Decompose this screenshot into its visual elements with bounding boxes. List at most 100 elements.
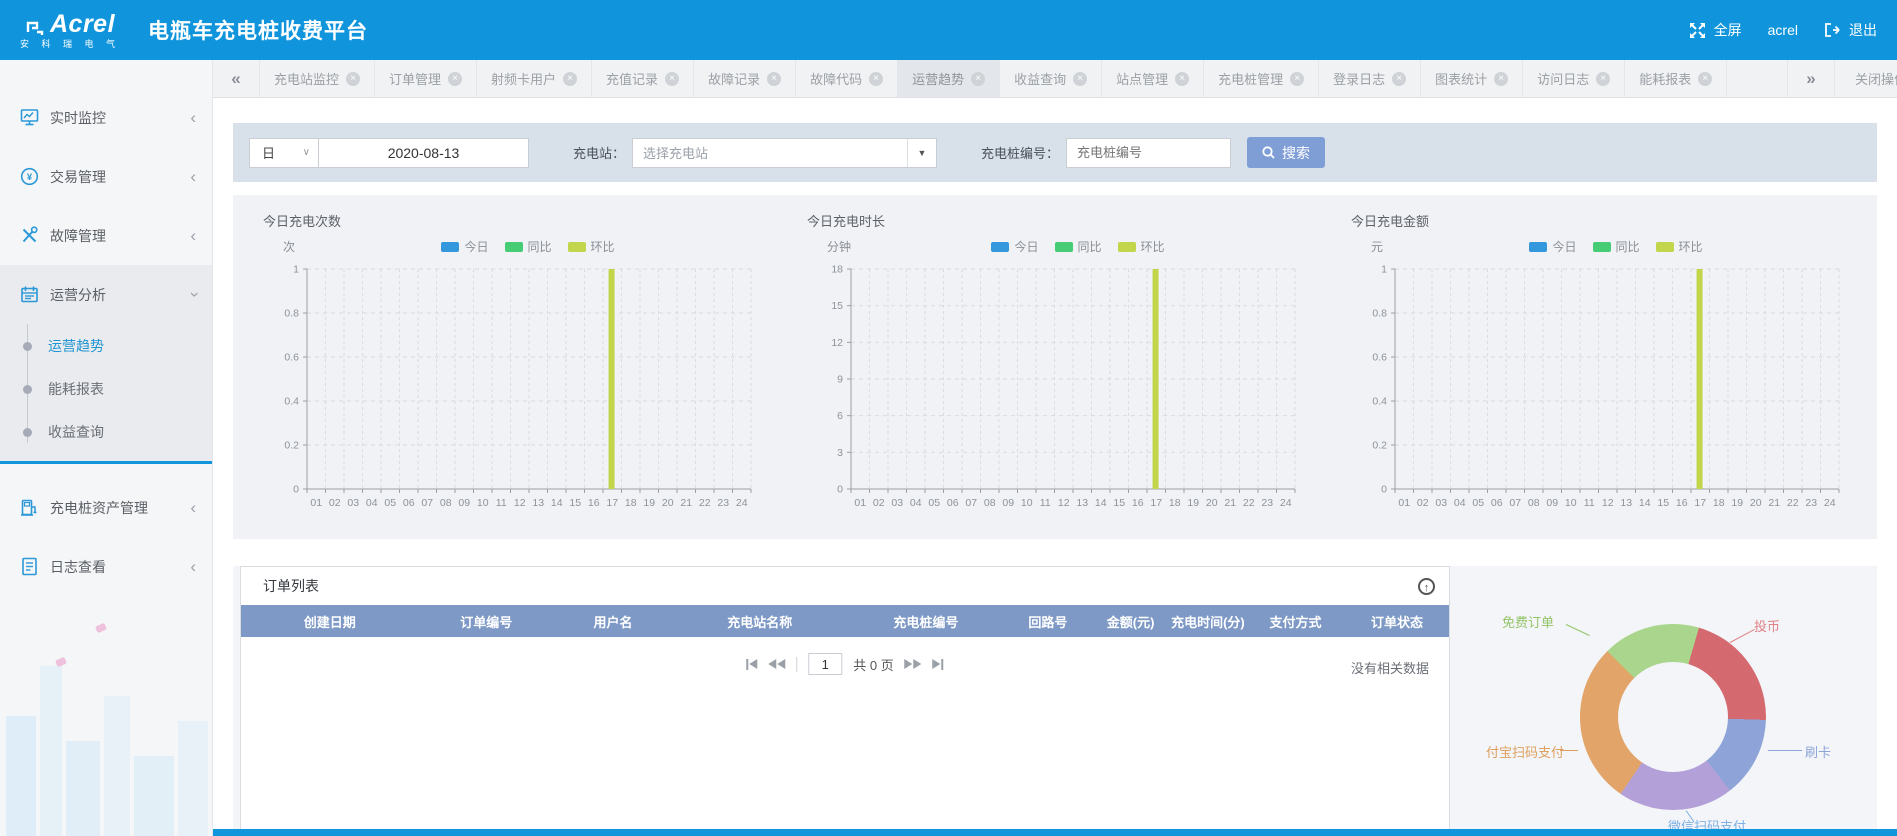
scroll-tabs-left-icon[interactable]: « (213, 60, 260, 97)
close-tab-icon[interactable]: × (1073, 72, 1087, 86)
close-tab-icon[interactable]: × (1596, 72, 1610, 86)
legend-item[interactable]: 今日 (441, 238, 488, 255)
svg-text:12: 12 (1602, 497, 1614, 509)
svg-text:0.2: 0.2 (1372, 440, 1387, 452)
legend-item[interactable]: 今日 (1529, 238, 1576, 255)
sidebar-item[interactable]: 实时监控‹ (0, 88, 212, 147)
svg-text:12: 12 (831, 337, 843, 349)
orders-column-header: 充电时间(分) (1170, 605, 1246, 637)
svg-text:17: 17 (1694, 497, 1706, 509)
svg-text:17: 17 (606, 497, 618, 509)
app-root: Acrel 安 科 瑞 电 气 电瓶车充电桩收费平台 全屏 acrel 退出 实… (0, 0, 1897, 836)
date-input[interactable] (319, 138, 529, 168)
sidebar-subitem-label: 能耗报表 (48, 379, 104, 399)
sidebar-subitem[interactable]: 运营趋势 (0, 324, 212, 367)
close-tab-icon[interactable]: × (563, 72, 577, 86)
page-number-input[interactable] (808, 653, 842, 675)
fullscreen-button[interactable]: 全屏 (1714, 20, 1742, 40)
tab-item[interactable]: 充电桩管理 × (1204, 60, 1319, 97)
prev-page-icon[interactable] (768, 659, 785, 669)
scroll-tabs-right-icon[interactable]: » (1787, 60, 1834, 97)
legend-item[interactable]: 环比 (1118, 238, 1165, 255)
close-tab-icon[interactable]: × (767, 72, 781, 86)
search-button[interactable]: 搜索 (1247, 137, 1325, 168)
svg-text:13: 13 (1620, 497, 1632, 509)
svg-text:1: 1 (1381, 264, 1387, 276)
tab-label: 故障记录 (708, 69, 760, 88)
svg-text:21: 21 (1768, 497, 1780, 509)
legend-label: 今日 (1552, 238, 1576, 255)
sidebar-item[interactable]: 运营分析‹ (0, 265, 212, 324)
pagination-row: 共 0 页 没有相关数据 (241, 643, 1449, 691)
svg-text:03: 03 (1435, 497, 1447, 509)
close-tab-icon[interactable]: × (971, 72, 985, 86)
svg-text:01: 01 (310, 497, 322, 509)
pile-number-input[interactable] (1066, 138, 1231, 168)
logout-icon[interactable] (1824, 23, 1840, 37)
sidebar-item[interactable]: ¥交易管理‹ (0, 147, 212, 206)
close-tab-icon[interactable]: × (665, 72, 679, 86)
legend-item[interactable]: 环比 (568, 238, 615, 255)
svg-text:23: 23 (717, 497, 729, 509)
legend-item[interactable]: 同比 (1055, 238, 1102, 255)
logout-button[interactable]: 退出 (1849, 20, 1877, 40)
sidebar-item[interactable]: 充电桩资产管理‹ (0, 478, 212, 537)
tab-item[interactable]: 订单管理× (375, 60, 477, 97)
orders-column-header: 订单编号 (419, 605, 554, 637)
close-tab-icon[interactable]: × (448, 72, 462, 86)
station-select[interactable]: 选择充电站 ▼ (632, 138, 937, 168)
sidebar-item[interactable]: 日志查看‹ (0, 537, 212, 596)
sidebar-item-label: 故障管理 (50, 226, 106, 246)
legend-item[interactable]: 今日 (991, 238, 1038, 255)
next-page-icon[interactable] (905, 659, 922, 669)
sidebar-item[interactable]: 故障管理‹ (0, 206, 212, 265)
close-tab-icon[interactable]: × (869, 72, 883, 86)
tab-item[interactable]: 故障记录 × (694, 60, 796, 97)
username[interactable]: acrel (1768, 22, 1798, 38)
legend-label: 环比 (1141, 238, 1165, 255)
close-tab-icon[interactable]: × (1175, 72, 1189, 86)
svg-text:05: 05 (928, 497, 940, 509)
fullscreen-icon[interactable] (1690, 23, 1705, 38)
svg-text:19: 19 (1187, 497, 1199, 509)
svg-text:12: 12 (514, 497, 526, 509)
tab-item[interactable]: 充电站监控× (260, 60, 375, 97)
charger-icon (20, 498, 39, 517)
legend-item[interactable]: 环比 (1656, 238, 1703, 255)
tab-item[interactable]: 射频卡用户× (477, 60, 592, 97)
tab-label: 充电桩管理 (1218, 69, 1283, 88)
close-tab-icon[interactable]: × (1698, 72, 1712, 86)
close-tab-icon[interactable]: × (1392, 72, 1406, 86)
svg-text:0: 0 (837, 484, 843, 496)
transaction-icon: ¥ (20, 167, 39, 186)
close-tab-icon[interactable]: × (1494, 72, 1508, 86)
last-page-icon[interactable] (933, 659, 944, 670)
sidebar-subitem[interactable]: 能耗报表 (0, 367, 212, 410)
tab-label: 收益查询 (1014, 69, 1066, 88)
tab-item[interactable]: 收益查询 × (1000, 60, 1102, 97)
sidebar-subitem[interactable]: 收益查询 (0, 410, 212, 453)
period-select[interactable]: 日 ∨ (249, 138, 319, 168)
close-tab-icon[interactable]: × (346, 72, 360, 86)
tab-item[interactable]: 充值记录× (592, 60, 694, 97)
period-value: 日 (262, 143, 275, 162)
tab-item[interactable]: 登录日志× (1319, 60, 1421, 97)
collapse-panel-icon[interactable]: ↑ (1418, 578, 1435, 595)
svg-text:1: 1 (293, 264, 299, 276)
svg-text:03: 03 (347, 497, 359, 509)
tab-item[interactable]: 能耗报表× (1625, 60, 1727, 97)
legend-item[interactable]: 同比 (1593, 238, 1640, 255)
close-tab-icon[interactable]: × (1290, 72, 1304, 86)
tab-item[interactable]: 站点管理× (1102, 60, 1204, 97)
tab-label: 故障代码 (810, 69, 862, 88)
tab-item[interactable]: 图表统计× (1421, 60, 1523, 97)
svg-text:0: 0 (293, 484, 299, 496)
tab-item[interactable]: 访问日志× (1523, 60, 1625, 97)
close-tabs-menu[interactable]: 关闭操作 (1834, 60, 1897, 97)
legend-item[interactable]: 同比 (505, 238, 552, 255)
tab-item[interactable]: 故障代码 × (796, 60, 898, 97)
first-page-icon[interactable] (746, 659, 757, 670)
bullet-icon (23, 428, 32, 437)
chart-canvas: 00.20.40.60.8101020304050607080910111213… (1349, 255, 1849, 521)
tab-item[interactable]: 运营趋势× (898, 60, 1000, 97)
